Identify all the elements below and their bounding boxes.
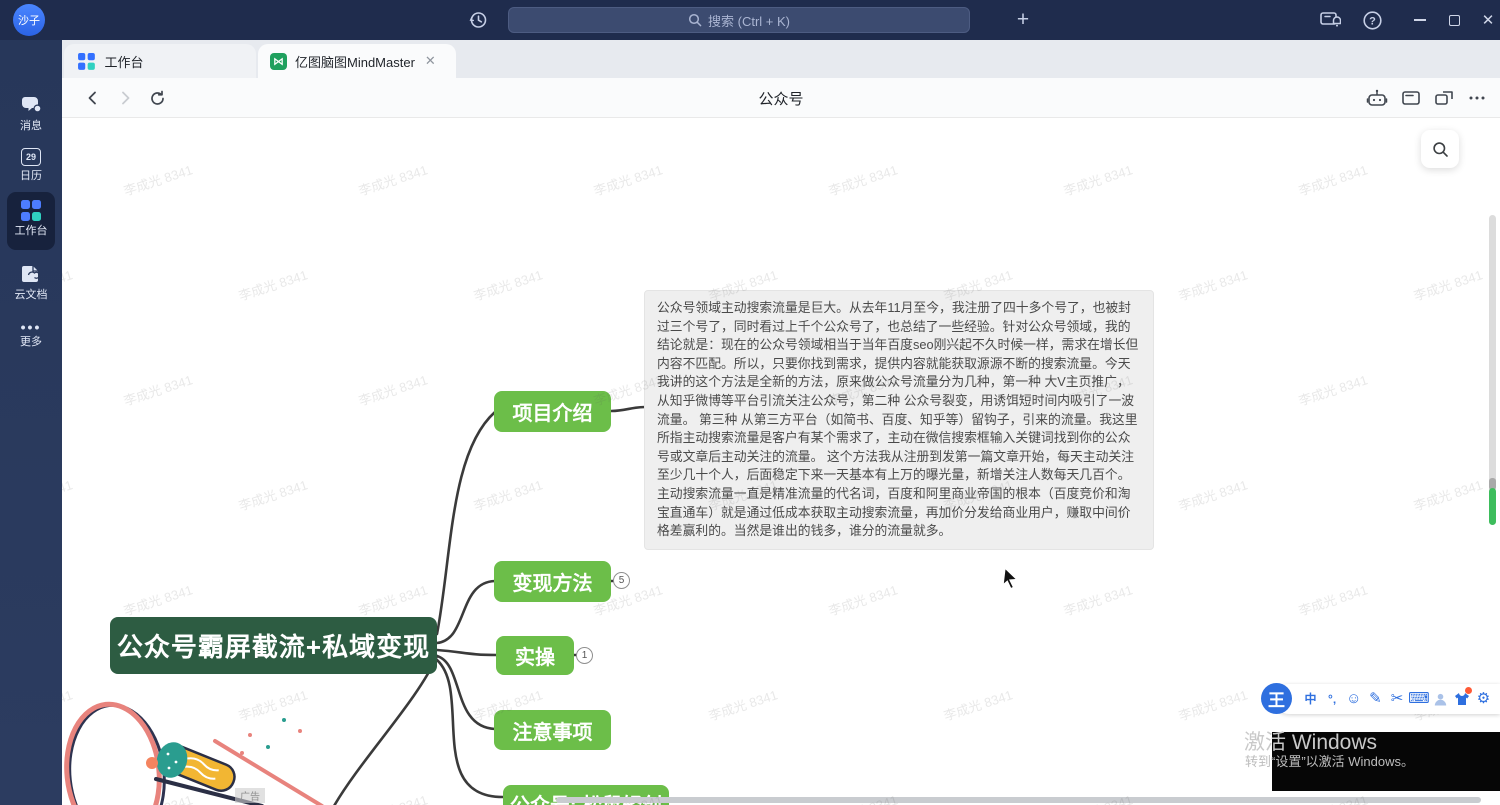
chat-bubble-icon: [19, 92, 43, 116]
open-in-window-icon[interactable]: [1431, 85, 1457, 111]
ad-illustration: [55, 693, 385, 805]
window-maximize-button[interactable]: [1440, 7, 1468, 33]
history-icon[interactable]: [464, 6, 492, 34]
search-icon: [688, 13, 702, 27]
clipboard-scissors-icon[interactable]: ✂: [1387, 684, 1408, 714]
settings-icon[interactable]: ⚙: [1473, 684, 1494, 714]
collapsed-count-badge[interactable]: 1: [576, 647, 593, 664]
tab-workbench[interactable]: 工作台: [64, 44, 256, 78]
punctuation-icon[interactable]: °‚: [1322, 684, 1343, 714]
keyboard-icon[interactable]: ⌨: [1408, 684, 1429, 714]
account-icon[interactable]: [1430, 684, 1451, 714]
skin-icon[interactable]: [1451, 684, 1472, 714]
maximize-icon: [1449, 15, 1460, 26]
vertical-scrollbar-thumb[interactable]: [1489, 488, 1496, 525]
nav-refresh-button[interactable]: [144, 85, 170, 111]
minimize-icon: [1414, 19, 1426, 21]
ime-logo-icon[interactable]: 王: [1261, 683, 1292, 714]
mindmap-node-cautions[interactable]: 注意事项: [494, 710, 611, 750]
more-actions-icon[interactable]: [1464, 85, 1490, 111]
note-paragraph: 主动搜索流量一直是精准流量的代名词，百度和阿里商业帝国的根本（百度竞价和淘宝直通…: [657, 485, 1141, 541]
mindmap-root-node[interactable]: 公众号霸屏截流+私域变现: [110, 617, 437, 674]
workbench-grid-icon: [78, 53, 94, 69]
notification-dot: [1465, 687, 1472, 694]
ad-label: 广告: [235, 788, 265, 803]
window-minimize-button[interactable]: [1406, 7, 1434, 33]
window-view-icon[interactable]: [1398, 85, 1424, 111]
workbench-grid-icon: [21, 200, 42, 221]
bot-icon[interactable]: [1364, 85, 1390, 111]
search-input[interactable]: 搜索 (Ctrl + K): [508, 7, 970, 33]
mindmap-node-practice[interactable]: 实操: [496, 636, 574, 675]
app-sidebar: 消息 29 日历 工作台 云文档 ••• 更多: [0, 40, 62, 805]
horizontal-scrollbar-thumb[interactable]: [556, 797, 1481, 803]
tab-strip: 工作台 ⋈ 亿图脑图MindMaster ✕: [62, 40, 1500, 78]
close-icon: ✕: [1482, 11, 1495, 29]
chinese-mode-icon[interactable]: 中: [1300, 684, 1321, 714]
calendar-icon: 29: [21, 148, 41, 166]
sidebar-item-label: 工作台: [15, 225, 48, 237]
app-titlebar: 沙子 搜索 (Ctrl + K) + ? ✕: [0, 0, 1500, 40]
more-dots-icon: •••: [21, 322, 42, 332]
tab-mindmaster[interactable]: ⋈ 亿图脑图MindMaster ✕: [258, 44, 456, 78]
sidebar-item-clouddocs[interactable]: 云文档: [0, 262, 62, 301]
help-icon[interactable]: ?: [1358, 7, 1386, 33]
mindmaster-logo-icon: ⋈: [270, 53, 287, 70]
sidebar-item-label: 消息: [20, 120, 42, 132]
nav-forward-button[interactable]: [112, 85, 138, 111]
tab-label: 亿图脑图MindMaster: [295, 52, 415, 71]
doc-toolbar: 公众号: [62, 78, 1500, 118]
tab-label: 工作台: [105, 52, 144, 71]
handwriting-icon[interactable]: ✎: [1365, 684, 1386, 714]
mindmap-node-intro[interactable]: 项目介绍: [494, 391, 611, 432]
search-icon: [1432, 141, 1449, 158]
window-close-button[interactable]: ✕: [1474, 7, 1500, 33]
sidebar-item-more[interactable]: ••• 更多: [0, 322, 62, 348]
sidebar-item-workbench[interactable]: 工作台: [0, 200, 62, 237]
note-paragraph: 公众号领域主动搜索流量是巨大。从去年11月至今，我注册了四十多个号了，也被封过三…: [657, 299, 1141, 485]
sidebar-item-label: 云文档: [15, 289, 48, 301]
svg-text:?: ?: [1369, 15, 1376, 27]
search-placeholder: 搜索 (Ctrl + K): [708, 11, 790, 30]
sidebar-item-calendar[interactable]: 29 日历: [0, 148, 62, 182]
user-avatar[interactable]: 沙子: [13, 4, 45, 36]
nav-back-button[interactable]: [80, 85, 106, 111]
mindmap-note-block[interactable]: 公众号领域主动搜索流量是巨大。从去年11月至今，我注册了四十多个号了，也被封过三…: [644, 290, 1154, 550]
cloud-doc-icon: [20, 262, 43, 285]
new-tab-button[interactable]: +: [1010, 6, 1036, 34]
mindmap-node-monetize[interactable]: 变现方法: [494, 561, 611, 602]
activate-windows-subtitle: 转到“设置”以激活 Windows。: [1245, 751, 1414, 770]
sidebar-item-messages[interactable]: 消息: [0, 92, 62, 132]
sidebar-item-label: 更多: [20, 336, 42, 348]
emoji-icon[interactable]: ☺: [1343, 684, 1364, 714]
announcement-icon[interactable]: [1316, 7, 1344, 33]
tab-close-icon[interactable]: ✕: [425, 53, 436, 69]
canvas-search-button[interactable]: [1421, 130, 1459, 168]
collapsed-count-badge[interactable]: 5: [613, 572, 630, 589]
page-title: 公众号: [62, 78, 1500, 118]
ime-toolbar: 中 °‚ ☺ ✎ ✂ ⌨ ⚙: [1274, 684, 1500, 714]
sidebar-item-label: 日历: [20, 170, 42, 182]
